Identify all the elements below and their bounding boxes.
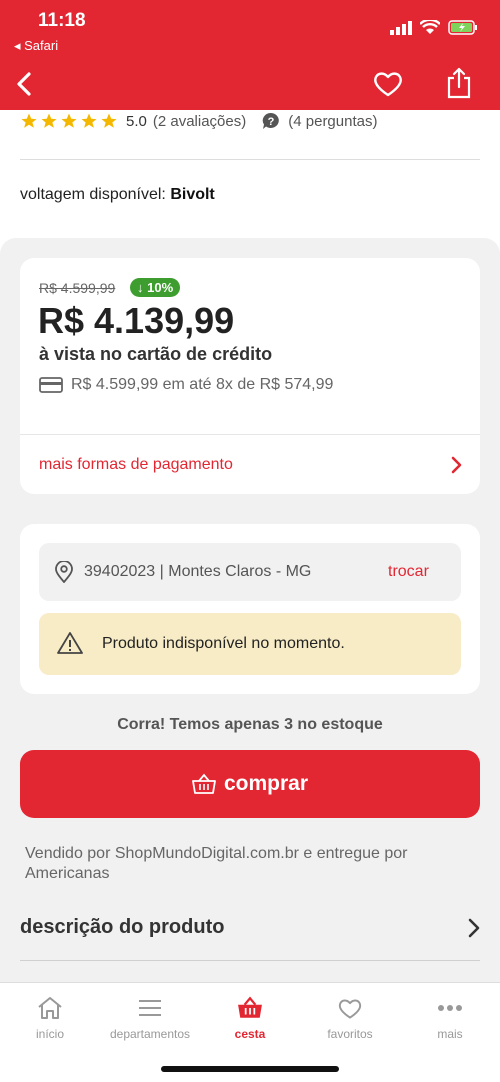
old-price: R$ 4.599,99 <box>39 280 116 296</box>
more-icon <box>438 1005 462 1011</box>
star-icon <box>21 113 37 128</box>
tab-label: favoritos <box>327 1027 373 1041</box>
rating-stars <box>20 112 118 130</box>
seller-info: Vendido por ShopMundoDigital.com.br e en… <box>25 845 408 882</box>
back-to-safari[interactable]: ◂ Safari <box>14 38 58 54</box>
star-icon <box>81 113 97 128</box>
status-icons <box>390 20 478 35</box>
warning-icon <box>57 632 83 654</box>
rating-row[interactable]: 5.0 (2 avaliações) ? (4 perguntas) <box>20 110 377 132</box>
menu-icon <box>139 1000 161 1016</box>
tab-label: mais <box>437 1027 463 1041</box>
top-bar: 11:18 ◂ Safari <box>0 0 500 110</box>
tab-departamentos[interactable]: departamentos <box>100 993 200 1041</box>
stock-note: Corra! Temos apenas 3 no estoque <box>117 716 383 733</box>
location-pin-icon <box>55 561 73 583</box>
chevron-right-icon[interactable] <box>450 456 462 474</box>
tab-cesta[interactable]: cesta <box>200 993 300 1041</box>
basket-icon <box>238 996 262 1018</box>
cep-location: 39402023 | Montes Claros - MG <box>84 563 312 580</box>
unavailable-text: Produto indisponível no momento. <box>102 635 345 652</box>
shipping-card: 39402023 | Montes Claros - MG trocar Pro… <box>20 524 480 694</box>
more-payment-link[interactable]: mais formas de pagamento <box>39 456 233 474</box>
price-note: à vista no cartão de crédito <box>39 344 273 364</box>
voltage-value: Bivolt <box>170 186 215 203</box>
tab-mais[interactable]: mais <box>400 993 500 1041</box>
installments: R$ 4.599,99 em até 8x de R$ 574,99 <box>39 376 333 394</box>
question-icon: ? <box>263 112 280 129</box>
product-description-link[interactable]: descrição do produto <box>20 916 224 939</box>
tab-favoritos[interactable]: favoritos <box>300 993 400 1041</box>
buy-button[interactable]: comprar <box>20 750 480 818</box>
voltage-info: voltagem disponível: Bivolt <box>20 186 215 204</box>
basket-icon <box>192 773 216 794</box>
tab-label: início <box>35 1027 64 1041</box>
star-icon <box>101 113 117 128</box>
star-icon <box>41 113 57 128</box>
tab-label: cesta <box>234 1027 266 1041</box>
discount-badge: ↓ 10% <box>130 278 181 297</box>
tab-label: departamentos <box>109 1027 191 1041</box>
share-icon[interactable] <box>445 66 473 100</box>
divider <box>20 159 480 160</box>
home-icon <box>38 997 62 1019</box>
installments-text: R$ 4.599,99 em até 8x de R$ 574,99 <box>71 376 334 393</box>
back-arrow-icon[interactable] <box>10 66 40 102</box>
chevron-right-icon[interactable] <box>467 918 481 938</box>
buy-label: comprar <box>223 772 309 795</box>
star-icon <box>61 113 77 128</box>
divider <box>20 960 480 961</box>
credit-card-icon <box>39 377 63 393</box>
favorite-heart-icon[interactable] <box>372 68 404 100</box>
change-cep-button[interactable]: trocar <box>388 563 429 581</box>
tab-inicio[interactable]: início <box>0 993 100 1041</box>
cep-box[interactable]: 39402023 | Montes Claros - MG trocar <box>39 543 461 601</box>
signal-icon <box>390 20 412 35</box>
voltage-label: voltagem disponível: <box>20 186 166 203</box>
svg-text:?: ? <box>268 116 275 128</box>
home-indicator <box>161 1066 339 1072</box>
wifi-icon <box>420 20 440 34</box>
current-price: R$ 4.139,99 <box>38 300 235 341</box>
divider <box>20 434 480 435</box>
heart-icon <box>338 999 362 1019</box>
status-time: 11:18 <box>38 10 86 31</box>
battery-icon <box>448 20 477 35</box>
reviews-count[interactable]: (2 avaliações) <box>153 113 246 130</box>
rating-value: 5.0 <box>126 112 147 130</box>
questions-count[interactable]: (4 perguntas) <box>288 113 377 130</box>
price-card: R$ 4.599,99 ↓ 10% R$ 4.139,99 à vista no… <box>20 258 480 494</box>
unavailable-alert: Produto indisponível no momento. <box>39 613 461 675</box>
